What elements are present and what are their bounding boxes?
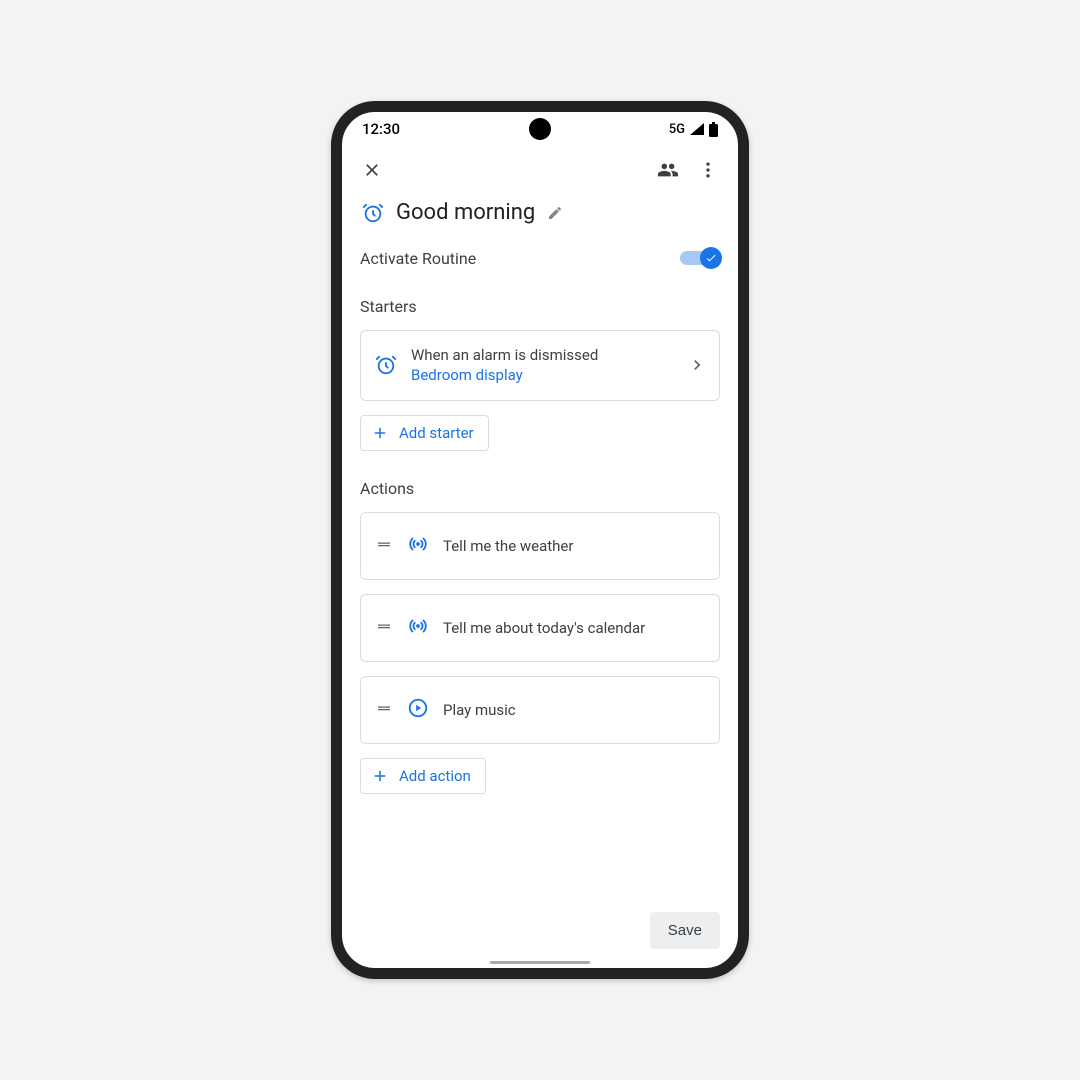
- navigation-handle[interactable]: [490, 961, 590, 964]
- status-time: 12:30: [362, 120, 400, 138]
- actions-heading: Actions: [360, 479, 720, 498]
- more-vert-icon: [698, 160, 718, 180]
- plus-icon: [371, 424, 389, 442]
- action-label: Tell me about today's calendar: [443, 619, 645, 637]
- share-people-button[interactable]: [652, 154, 684, 186]
- activate-routine-row: Activate Routine: [360, 247, 720, 269]
- edit-title-button[interactable]: [545, 203, 565, 223]
- starter-item[interactable]: When an alarm is dismissed Bedroom displ…: [360, 330, 720, 401]
- pencil-icon: [547, 205, 563, 221]
- check-icon: [705, 252, 717, 264]
- drag-handle-icon[interactable]: [375, 617, 393, 639]
- status-indicators: 5G: [669, 122, 718, 137]
- starters-heading: Starters: [360, 297, 720, 316]
- plus-icon: [371, 767, 389, 785]
- front-camera: [529, 118, 551, 140]
- save-row: Save: [650, 912, 720, 949]
- routine-title-row: Good morning: [362, 200, 720, 225]
- add-action-label: Add action: [399, 767, 471, 785]
- signal-icon: [689, 122, 705, 136]
- broadcast-icon: [407, 615, 429, 641]
- routine-title: Good morning: [396, 200, 535, 225]
- close-icon: [362, 160, 382, 180]
- broadcast-icon: [407, 533, 429, 559]
- action-item[interactable]: Play music: [360, 676, 720, 744]
- overflow-menu-button[interactable]: [692, 154, 724, 186]
- close-button[interactable]: [356, 154, 388, 186]
- starter-subtitle: Bedroom display: [411, 365, 673, 385]
- action-item[interactable]: Tell me the weather: [360, 512, 720, 580]
- starter-title: When an alarm is dismissed: [411, 345, 673, 365]
- drag-handle-icon[interactable]: [375, 535, 393, 557]
- activate-routine-toggle[interactable]: [680, 247, 720, 269]
- people-icon: [657, 159, 679, 181]
- action-label: Play music: [443, 701, 516, 719]
- action-label: Tell me the weather: [443, 537, 573, 555]
- drag-handle-icon[interactable]: [375, 699, 393, 721]
- phone-frame: 12:30 5G Good morning Activa: [331, 101, 749, 979]
- add-starter-label: Add starter: [399, 424, 474, 442]
- activate-routine-label: Activate Routine: [360, 249, 476, 268]
- battery-icon: [709, 122, 718, 137]
- action-item[interactable]: Tell me about today's calendar: [360, 594, 720, 662]
- alarm-icon: [375, 354, 397, 376]
- play-icon: [407, 697, 429, 723]
- content: Good morning Activate Routine Starters W…: [342, 200, 738, 822]
- save-button[interactable]: Save: [650, 912, 720, 949]
- status-network: 5G: [669, 122, 685, 137]
- app-bar: [342, 146, 738, 194]
- chevron-right-icon: [687, 355, 707, 375]
- add-action-button[interactable]: Add action: [360, 758, 486, 794]
- alarm-icon: [362, 202, 384, 224]
- add-starter-button[interactable]: Add starter: [360, 415, 489, 451]
